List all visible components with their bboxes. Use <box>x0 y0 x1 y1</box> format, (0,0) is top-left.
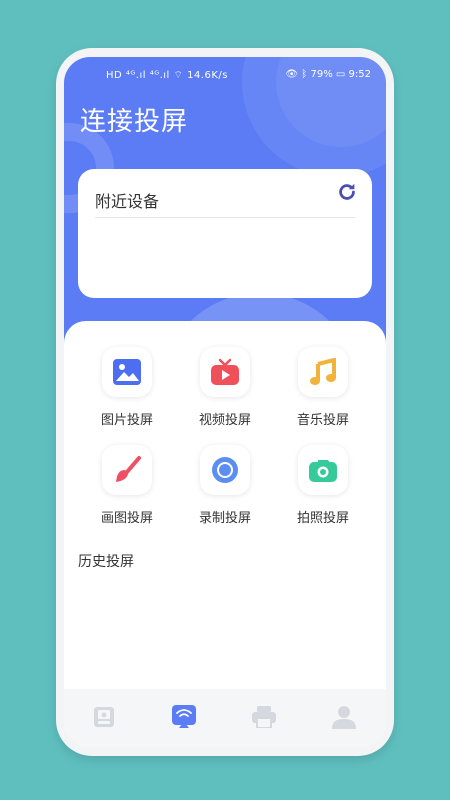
page-title: 连接投屏 <box>80 107 189 137</box>
feature-label: 视频投屏 <box>198 413 251 428</box>
feature-label: 音乐投屏 <box>296 413 349 428</box>
nearby-devices-label: 附近设备 <box>95 192 160 211</box>
battery-icon: ▭ <box>335 69 346 80</box>
printer-icon <box>252 706 276 728</box>
status-bar: HD ⁴ᴳ.ıl ⁴ᴳ.ıl ⌔ 14.6K/s 👁 ᛒ 79% ▭ 9:52 <box>64 69 386 85</box>
hero-header: HD ⁴ᴳ.ıl ⁴ᴳ.ıl ⌔ 14.6K/s 👁 ᛒ 79% ▭ 9:52 … <box>64 57 386 347</box>
app-screen: HD ⁴ᴳ.ıl ⁴ᴳ.ıl ⌔ 14.6K/s 👁 ᛒ 79% ▭ 9:52 … <box>64 57 386 747</box>
nearby-devices-card: 附近设备 <box>78 169 372 298</box>
feature-label: 图片投屏 <box>100 413 153 428</box>
feature-draw-cast[interactable]: 画图投屏 <box>82 445 172 526</box>
paintbrush-icon <box>116 456 141 482</box>
feature-video-cast[interactable]: 视频投屏 <box>180 347 270 428</box>
feature-label: 拍照投屏 <box>296 511 349 526</box>
status-signal: HD ⁴ᴳ.ıl ⁴ᴳ.ıl ⌔ 14.6K/s <box>106 70 228 81</box>
tab-print[interactable] <box>250 703 278 731</box>
feature-record-cast[interactable]: 录制投屏 <box>180 445 270 526</box>
refresh-icon[interactable] <box>336 181 358 203</box>
feature-photo-cast[interactable]: 拍照投屏 <box>278 445 368 526</box>
image-icon <box>113 359 141 385</box>
bottom-tab-bar <box>64 689 386 747</box>
status-right: 👁 ᛒ 79% ▭ 9:52 <box>285 69 371 80</box>
tab-gallery[interactable] <box>90 703 118 731</box>
history-section-title: 历史投屏 <box>78 554 134 570</box>
bluetooth-icon: ᛒ <box>301 69 308 80</box>
feature-image-cast[interactable]: 图片投屏 <box>82 347 172 428</box>
user-icon <box>332 706 356 729</box>
tab-cast[interactable] <box>170 703 198 731</box>
features-panel: 图片投屏 视频投屏 音乐投屏 画图投屏 录制投屏 拍照投屏 历史投屏 <box>64 321 386 747</box>
eye-icon: 👁 <box>285 69 299 80</box>
battery-percent: 79% <box>310 69 333 80</box>
music-note-icon <box>310 358 336 385</box>
photo-frame-icon <box>94 707 114 727</box>
cast-icon <box>172 705 196 728</box>
divider <box>95 217 355 218</box>
feature-label: 画图投屏 <box>100 511 153 526</box>
tv-icon <box>211 358 239 385</box>
feature-music-cast[interactable]: 音乐投屏 <box>278 347 368 428</box>
record-circle-icon <box>212 457 238 483</box>
feature-label: 录制投屏 <box>198 511 251 526</box>
tab-profile[interactable] <box>330 703 358 731</box>
clock: 9:52 <box>348 69 371 80</box>
camera-icon <box>309 460 337 482</box>
